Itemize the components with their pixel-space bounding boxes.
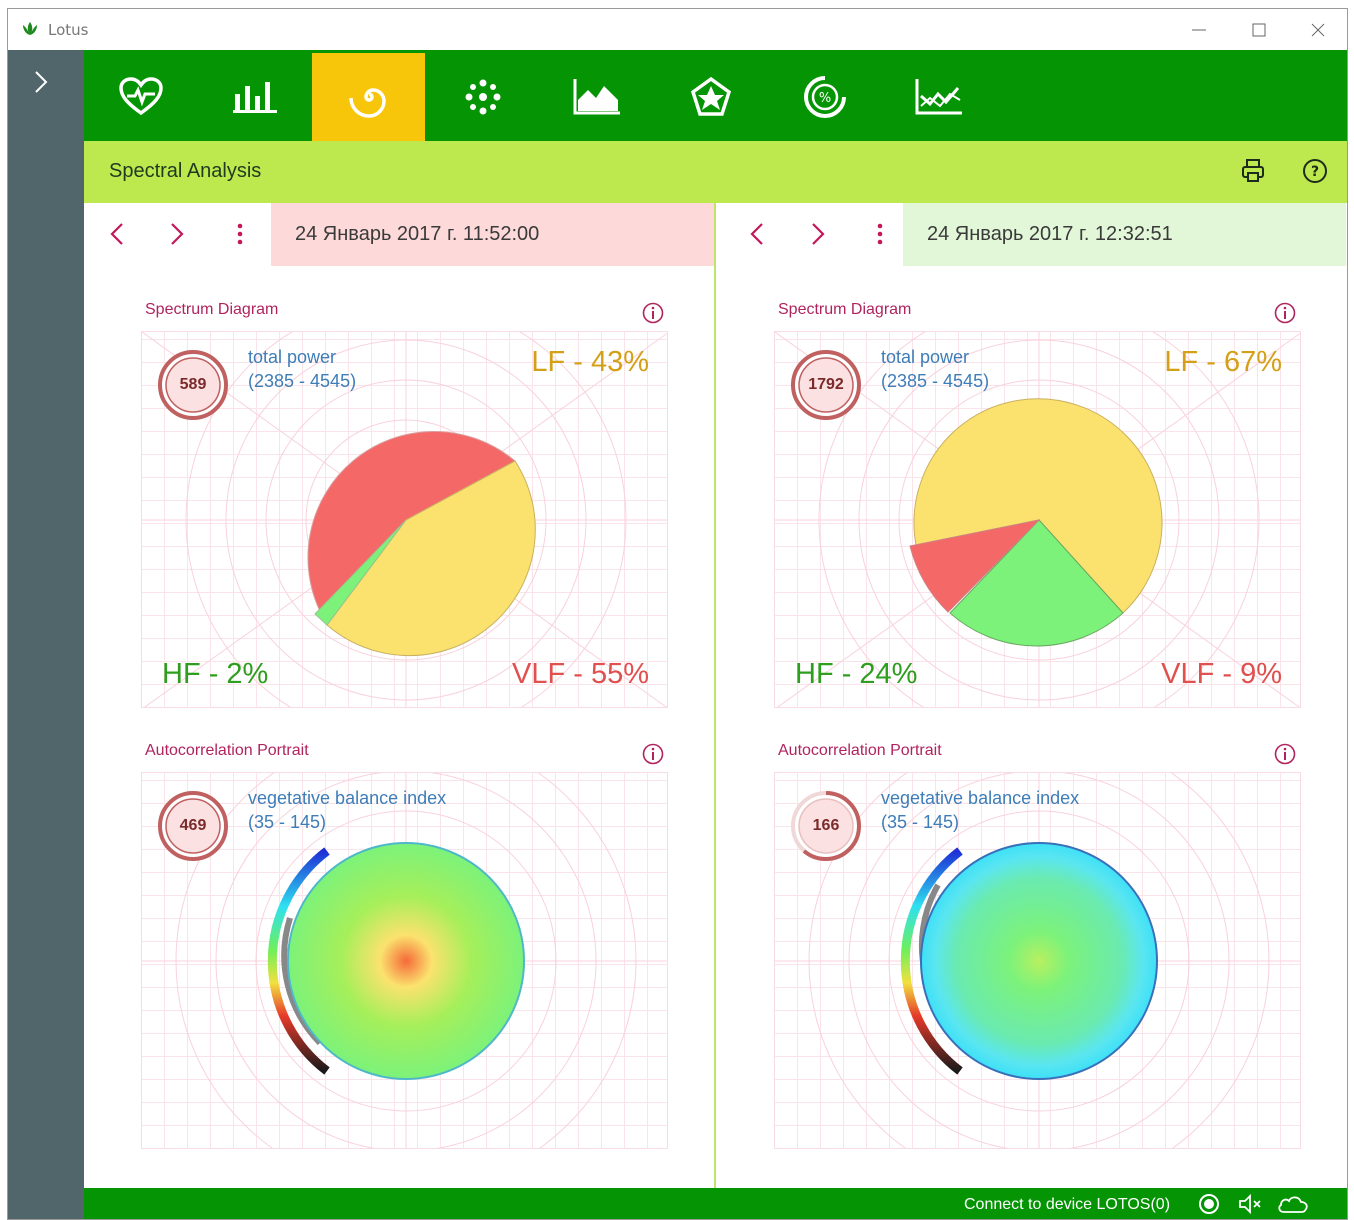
pentagon-star-icon [690,76,731,116]
help-icon[interactable]: ? [1302,158,1328,184]
main-toolbar: % [84,50,1347,141]
right-next-button[interactable] [803,219,833,249]
status-bar: Connect to device LOTOS(0) [84,1188,1347,1219]
right-prev-button[interactable] [742,219,772,249]
svg-text:?: ? [1311,164,1319,180]
right-portrait-card: 166 vegetative balance index (35 - 145) [774,772,1301,1149]
tool-scatter[interactable] [426,53,539,141]
svg-text:%: % [818,91,830,106]
chevron-right-icon [171,223,184,245]
tool-spiral[interactable] [312,53,425,141]
tool-area-chart[interactable] [540,53,653,141]
more-vertical-icon [237,223,243,245]
section-header: Spectral Analysis ? [84,141,1347,203]
right-spectrum-title: Spectrum Diagram [778,301,912,318]
chevron-right-icon [812,223,825,245]
tool-heart-pulse[interactable] [84,53,197,141]
close-button[interactable] [1295,15,1341,45]
connection-status[interactable]: Connect to device LOTOS(0) [964,1196,1170,1214]
left-next-button[interactable] [162,219,192,249]
app-window: Lotus % Spectral Analysis ? 24 Январь 20… [7,8,1348,1220]
left-more-button[interactable] [225,219,255,249]
maximize-icon [1252,23,1266,37]
left-nav-bar: 24 Январь 2017 г. 11:52:00 [84,203,714,266]
right-more-button[interactable] [865,219,895,249]
more-vertical-icon [877,223,883,245]
percent-gauge-icon: % [803,76,846,118]
chevron-left-icon [110,223,123,245]
spectrum-pie [307,431,536,657]
sound-muted-icon[interactable] [1238,1193,1264,1215]
close-icon [1311,23,1325,37]
minimize-button[interactable] [1176,15,1222,45]
expand-sidebar-icon[interactable] [31,70,51,94]
maximize-button[interactable] [1236,15,1282,45]
left-portrait-title: Autocorrelation Portrait [145,742,309,759]
print-icon[interactable] [1240,158,1266,184]
right-spectrum-card: 1792 total power (2385 - 4545) LF - 67% … [774,331,1301,708]
section-title: Spectral Analysis [109,160,262,182]
tool-line-chart[interactable] [882,53,995,141]
right-nav-bar: 24 Январь 2017 г. 12:32:51 [716,203,1346,266]
info-icon[interactable] [642,743,664,765]
cloud-icon[interactable] [1276,1193,1310,1215]
left-spectrum-card: 589 total power (2385 - 4545) LF - 43% H… [141,331,668,708]
chevron-left-icon [750,223,763,245]
line-chart-icon [915,79,962,115]
content-area: 24 Январь 2017 г. 11:52:00 Spectrum Diag… [84,203,1347,1188]
autocorrelation-portrait [900,842,1158,1080]
left-portrait-card: 469 vegetative balance index (35 - 145) [141,772,668,1149]
title-bar: Lotus [8,9,1347,50]
bar-chart-icon [232,82,277,113]
spiral-icon [348,88,386,118]
record-icon[interactable] [1198,1193,1220,1215]
left-date: 24 Январь 2017 г. 11:52:00 [295,223,540,245]
area-chart-icon [573,79,620,115]
left-prev-button[interactable] [102,219,132,249]
right-date-box[interactable]: 24 Январь 2017 г. 12:32:51 [903,203,1346,266]
info-icon[interactable] [1274,743,1296,765]
info-icon[interactable] [1274,302,1296,324]
scatter-dots-icon [465,79,500,115]
lotus-logo-icon [23,22,37,35]
minimize-icon [1192,29,1206,31]
tool-bar-chart[interactable] [198,53,311,141]
spectrum-pie [909,398,1163,647]
autocorrelation-portrait [267,842,525,1080]
heart-pulse-icon [118,77,163,116]
left-date-box[interactable]: 24 Январь 2017 г. 11:52:00 [271,203,714,266]
info-icon[interactable] [642,302,664,324]
right-date: 24 Январь 2017 г. 12:32:51 [927,223,1173,245]
tool-pentagon[interactable] [654,53,767,141]
left-pane: 24 Январь 2017 г. 11:52:00 Spectrum Diag… [84,203,714,1188]
left-spectrum-title: Spectrum Diagram [145,301,279,318]
right-pane: 24 Январь 2017 г. 12:32:51 Spectrum Diag… [716,203,1346,1188]
tool-percent[interactable]: % [768,53,881,141]
sidebar [8,50,84,1219]
right-portrait-title: Autocorrelation Portrait [778,742,942,759]
app-title: Lotus [48,21,89,39]
